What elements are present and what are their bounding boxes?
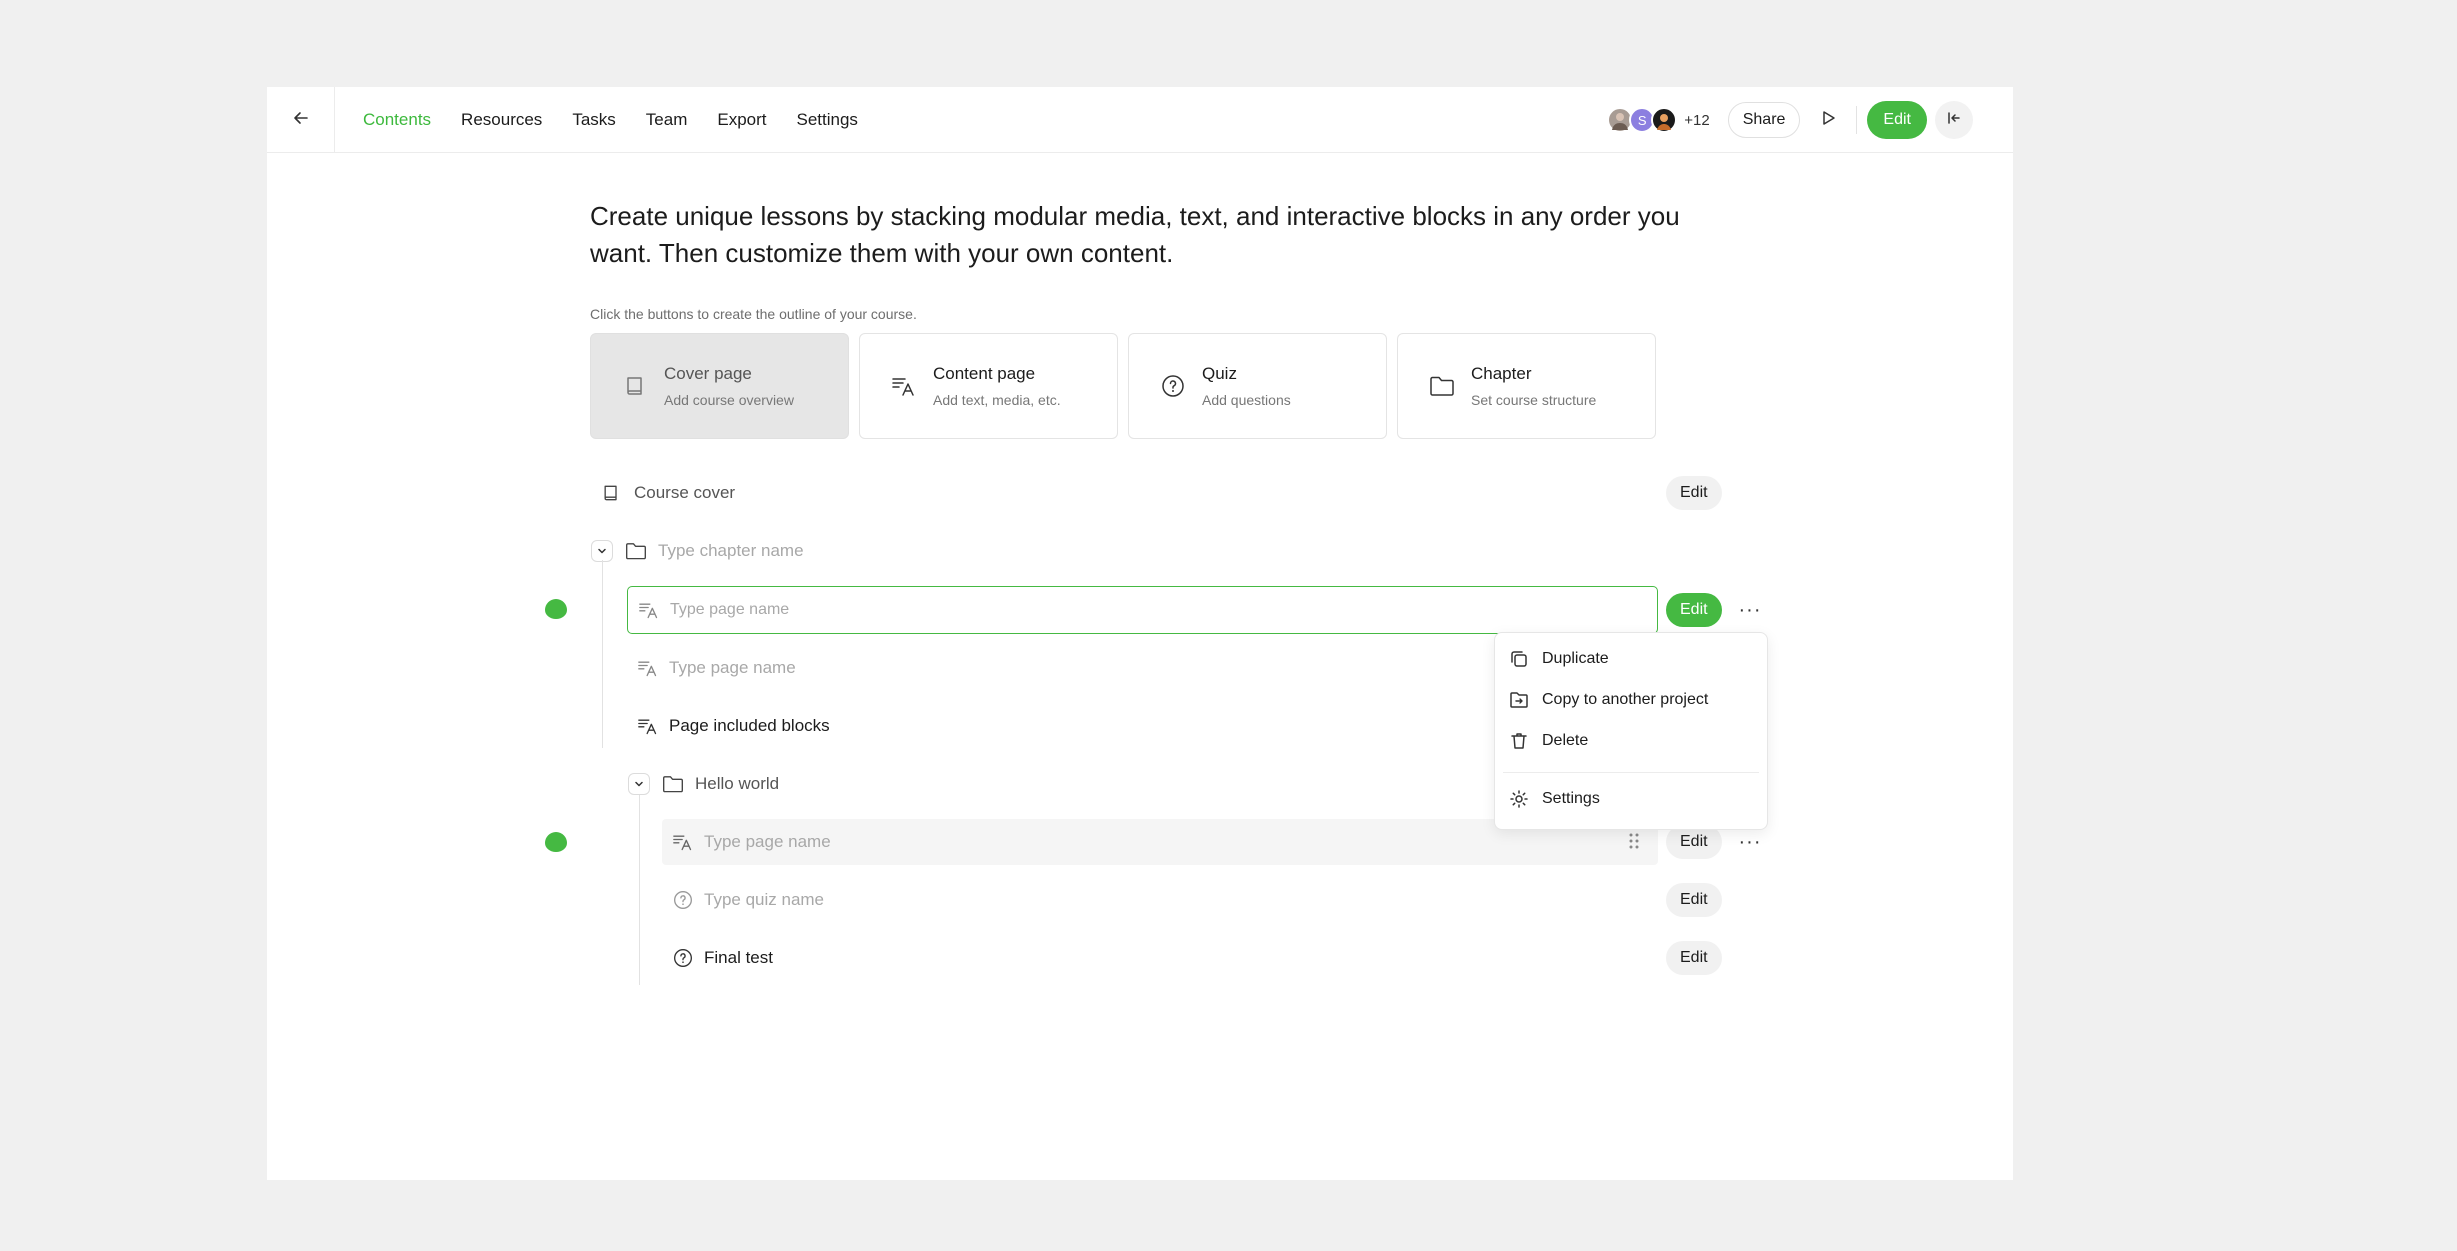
chapter-card[interactable]: Chapter Set course structure: [1397, 333, 1656, 439]
page-name-input[interactable]: Type page name: [704, 832, 831, 852]
tab-settings[interactable]: Settings: [797, 110, 858, 130]
menu-item-label: Duplicate: [1542, 650, 1609, 667]
menu-item-label: Delete: [1542, 732, 1589, 749]
card-subtitle: Add course overview: [664, 392, 794, 408]
tab-resources[interactable]: Resources: [461, 110, 542, 130]
page-row[interactable]: Page included blocks: [637, 703, 830, 749]
card-title: Cover page: [664, 364, 752, 383]
drag-handle-icon[interactable]: [1628, 832, 1640, 855]
chapter-row[interactable]: Type chapter name: [591, 528, 804, 574]
menu-item-copy-to-project[interactable]: Copy to another project: [1509, 690, 1708, 710]
back-button[interactable]: [267, 87, 335, 153]
top-bar: Contents Resources Tasks Team Export Set…: [267, 87, 2013, 153]
card-subtitle: Add questions: [1202, 392, 1291, 408]
tree-line: [639, 795, 640, 985]
sub-chapter-row[interactable]: Hello world: [628, 761, 779, 807]
context-menu: Duplicate Copy to another project Delete…: [1494, 632, 1768, 830]
tab-team[interactable]: Team: [646, 110, 688, 130]
text-icon: [637, 715, 659, 737]
quiz-card[interactable]: Quiz Add questions: [1128, 333, 1387, 439]
folder-icon: [625, 540, 647, 562]
tree-line: [602, 560, 603, 748]
arrow-left-icon: [291, 108, 311, 133]
edit-button[interactable]: Edit: [1666, 941, 1722, 975]
card-subtitle: Add text, media, etc.: [933, 392, 1061, 408]
gear-icon: [1509, 789, 1529, 809]
text-icon: [672, 831, 694, 853]
main-nav: Contents Resources Tasks Team Export Set…: [363, 87, 858, 153]
page-name-input[interactable]: Type page name: [669, 658, 796, 678]
content-page-card[interactable]: Content page Add text, media, etc.: [859, 333, 1118, 439]
card-subtitle: Set course structure: [1471, 392, 1597, 408]
menu-item-delete[interactable]: Delete: [1509, 731, 1588, 751]
trash-icon: [1509, 731, 1529, 751]
edit-button[interactable]: Edit: [1666, 476, 1722, 510]
menu-item-duplicate[interactable]: Duplicate: [1509, 649, 1609, 669]
avatar: [1651, 107, 1678, 133]
comment-icon[interactable]: [545, 599, 567, 619]
folder-icon: [662, 773, 684, 795]
text-icon: [637, 657, 659, 679]
page-row[interactable]: Type page name: [637, 645, 796, 691]
edit-button[interactable]: Edit: [1867, 101, 1927, 139]
card-title: Content page: [933, 364, 1036, 383]
folder-icon: [1428, 372, 1456, 400]
tab-tasks[interactable]: Tasks: [572, 110, 615, 130]
collapse-icon: [1946, 110, 1962, 131]
preview-button[interactable]: [1810, 102, 1846, 138]
edit-button[interactable]: Edit: [1666, 593, 1722, 627]
text-icon: [638, 599, 660, 621]
collaborator-count: +12: [1684, 111, 1710, 129]
chevron-down-icon[interactable]: [591, 540, 613, 562]
chapter-name-input[interactable]: Type chapter name: [658, 541, 804, 561]
book-icon: [600, 482, 622, 504]
page-name-input[interactable]: Type page name: [627, 586, 1658, 634]
toolbar-right: S +12 Share Edit: [1607, 87, 1973, 153]
collapse-panel-button[interactable]: [1935, 101, 1973, 139]
block-type-cards: Cover page Add course overview Content p…: [590, 333, 1656, 439]
quiz-row[interactable]: Type quiz name: [672, 877, 824, 923]
duplicate-icon: [1509, 649, 1529, 669]
share-button[interactable]: Share: [1727, 102, 1801, 138]
card-title: Quiz: [1202, 364, 1237, 383]
play-icon: [1819, 109, 1837, 132]
tab-export[interactable]: Export: [717, 110, 766, 130]
chapter-name: Hello world: [695, 774, 780, 793]
edit-button[interactable]: Edit: [1666, 825, 1722, 859]
intro-headline: Create unique lessons by stacking modula…: [590, 201, 1680, 268]
menu-item-settings[interactable]: Settings: [1509, 789, 1600, 809]
page-row[interactable]: Type page name: [672, 819, 831, 865]
menu-item-label: Settings: [1542, 790, 1600, 807]
course-cover-row[interactable]: Course cover: [600, 470, 735, 516]
course-cover-label: Course cover: [634, 483, 736, 502]
question-icon: [672, 889, 694, 911]
more-options-button[interactable]: ···: [1735, 595, 1765, 625]
more-options-button[interactable]: ···: [1735, 827, 1765, 857]
collaborator-avatars[interactable]: S +12: [1607, 107, 1710, 133]
question-icon: [1159, 372, 1187, 400]
folder-transfer-icon: [1509, 690, 1529, 710]
cover-page-card[interactable]: Cover page Add course overview: [590, 333, 849, 439]
menu-item-label: Copy to another project: [1542, 691, 1709, 708]
question-icon: [672, 947, 694, 969]
quiz-row[interactable]: Final test: [672, 935, 773, 981]
tab-contents[interactable]: Contents: [363, 110, 431, 130]
chevron-down-icon[interactable]: [628, 773, 650, 795]
page-name-placeholder: Type page name: [670, 601, 790, 618]
book-icon: [621, 372, 649, 400]
text-icon: [890, 372, 918, 400]
card-title: Chapter: [1471, 364, 1532, 383]
edit-button[interactable]: Edit: [1666, 883, 1722, 917]
quiz-name-input[interactable]: Type quiz name: [704, 890, 824, 910]
intro-hint: Click the buttons to create the outline …: [590, 306, 917, 322]
page-title: Page included blocks: [669, 716, 830, 735]
quiz-title: Final test: [704, 948, 773, 967]
menu-divider: [1503, 772, 1759, 773]
comment-icon[interactable]: [545, 832, 567, 852]
toolbar-divider: [1856, 106, 1858, 134]
